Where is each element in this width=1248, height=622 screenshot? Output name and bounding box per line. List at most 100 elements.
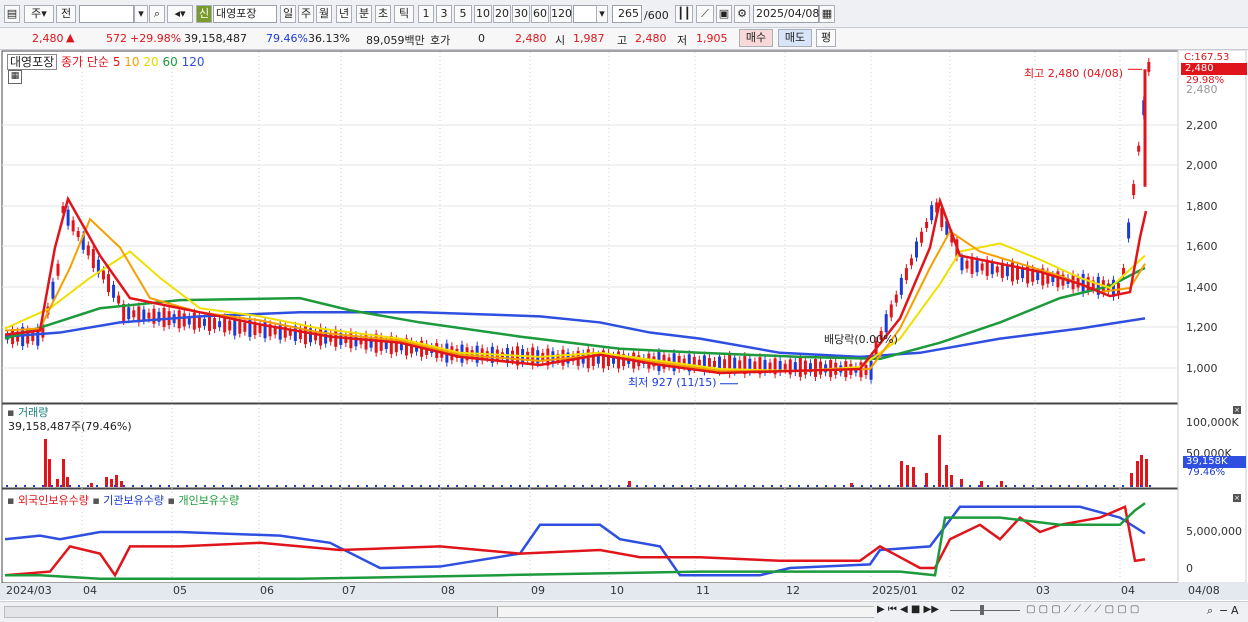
candle-body (753, 361, 757, 370)
bottom-bar: ▶ ⏮ ◀ ■ ▶▶ ▢ ▢ ▢ ⟋ ⟋ ⟋ ⟋ ▢ ▢ ▢ ⌕ − A (0, 601, 1248, 622)
close-volume-icon[interactable]: × (1233, 406, 1241, 414)
period-week[interactable]: 주 (298, 5, 314, 23)
code-dropdown-icon[interactable]: ▾ (134, 5, 148, 23)
x-label: 06 (260, 584, 274, 597)
volume-bar-small (1113, 485, 1115, 487)
scrollbar-track[interactable] (4, 606, 874, 618)
volume-bar-small (447, 485, 449, 487)
volume-bar-small (177, 485, 179, 487)
period-day[interactable]: 일 (280, 5, 296, 23)
x-label: 04/08 (1188, 584, 1220, 597)
candle-body (278, 323, 282, 340)
volume-bar-small (393, 485, 395, 487)
vol-axis-label: 100,000K (1186, 416, 1239, 429)
legend-ma60[interactable]: 60 (163, 55, 178, 69)
speaker-icon[interactable]: ◂▾ (167, 5, 193, 23)
legend-ma20[interactable]: 20 (143, 55, 158, 69)
zoom-slider-handle[interactable] (980, 605, 984, 615)
volume-bar-small (1068, 485, 1070, 487)
candle-body (117, 295, 121, 304)
stock-code-input[interactable]: 014160 (79, 5, 134, 23)
period-second[interactable]: 초 (375, 5, 391, 23)
volume-bar-small (402, 485, 404, 487)
legend-ma120[interactable]: 120 (182, 55, 205, 69)
legend-ma10[interactable]: 10 (124, 55, 139, 69)
count-field[interactable]: 265 (612, 5, 642, 23)
volume-bar-small (825, 485, 827, 487)
window-menu-icon[interactable]: ▤ (4, 5, 20, 23)
volume-bar-small (69, 485, 71, 487)
scroll-buttons[interactable]: ▶ ⏮ ◀ ■ ▶▶ (877, 604, 939, 615)
volume-bar-small (15, 485, 17, 487)
volume-bar-small (789, 485, 791, 487)
num-5[interactable]: 5 (454, 5, 472, 23)
volume-bar-small (267, 485, 269, 487)
period-minute[interactable]: 분 (356, 5, 372, 23)
legend-indiv[interactable]: 개인보유수량 (178, 494, 239, 507)
legend-inst[interactable]: 기관보유수량 (103, 494, 164, 507)
market-select[interactable]: 주▾ (24, 5, 54, 23)
num-60[interactable]: 60 (531, 5, 549, 23)
stock-name-field[interactable]: 대영포장 (213, 5, 277, 23)
num-120[interactable]: 120 (550, 5, 572, 23)
num-30[interactable]: 30 (512, 5, 530, 23)
hoga-label: 호가 (430, 34, 451, 47)
dividend-annotation: 배당락(0.00%) (824, 333, 898, 346)
y-label: 1,400 (1186, 281, 1218, 294)
prev-button[interactable]: 전 (56, 5, 76, 23)
candle-body (218, 321, 222, 328)
volume-bar-small (771, 485, 773, 487)
x-label: 2024/03 (6, 584, 52, 597)
buy-button[interactable]: 매수 (739, 29, 773, 47)
custom-num-field[interactable] (573, 5, 597, 23)
volume-bar (900, 461, 903, 487)
volume-bar-small (213, 485, 215, 487)
volume-bar-small (258, 485, 260, 487)
zoom-out-icon[interactable]: ⌕ (1207, 604, 1213, 618)
search-icon[interactable]: ⌕ (149, 5, 165, 23)
legend-foreign[interactable]: 외국인보유수량 (18, 494, 89, 507)
zoom-minus[interactable]: − (1219, 604, 1228, 617)
candle-type-icon[interactable]: ┃┃ (675, 5, 693, 23)
close-holding-icon[interactable]: × (1233, 494, 1241, 502)
date-field[interactable]: 2025/04/08 (753, 5, 819, 23)
volume-bar-small (42, 485, 44, 487)
table-icon[interactable]: ▦ (8, 70, 22, 84)
period-month[interactable]: 월 (316, 5, 332, 23)
period-year[interactable]: 년 (336, 5, 352, 23)
change-percent: +29.98% (130, 32, 182, 45)
candle-body (223, 317, 227, 333)
holding-legend: ▪ 외국인보유수량 ▪ 기관보유수량 ▪ 개인보유수량 (7, 494, 240, 507)
num-3[interactable]: 3 (436, 5, 452, 23)
save-icon[interactable]: ▣ (716, 5, 732, 23)
volume-bar-small (483, 485, 485, 487)
volume-bar-small (1104, 485, 1106, 487)
legend-ma5[interactable]: 5 (113, 55, 121, 69)
period-tick[interactable]: 틱 (394, 5, 414, 23)
volume-bar-small (726, 485, 728, 487)
tool-icons[interactable]: ▢ ▢ ▢ ⟋ ⟋ ⟋ ⟋ ▢ ▢ ▢ (1026, 604, 1139, 615)
custom-num-dropdown-icon[interactable]: ▾ (596, 5, 608, 23)
volume-bar-small (852, 485, 854, 487)
sell-button[interactable]: 매도 (778, 29, 812, 47)
volume-bar-small (996, 485, 998, 487)
volume-bar (56, 479, 59, 487)
candle-body (51, 281, 55, 299)
calendar-icon[interactable]: ▦ (819, 5, 835, 23)
line-tool-icon[interactable]: ⟋ (696, 5, 714, 23)
x-label: 07 (342, 584, 356, 597)
auto-scale[interactable]: A (1231, 604, 1239, 617)
legend-stock[interactable]: 대영포장 (7, 54, 58, 70)
scrollbar-thumb[interactable] (497, 607, 874, 617)
candle-body (738, 360, 742, 370)
zoom-slider[interactable] (950, 610, 1020, 611)
candle-body (980, 263, 984, 271)
num-1[interactable]: 1 (418, 5, 434, 23)
x-label: 04 (83, 584, 97, 597)
candle-body (1081, 273, 1085, 293)
price-chart[interactable] (0, 50, 1248, 621)
num-20[interactable]: 20 (493, 5, 511, 23)
eval-button[interactable]: 평 (816, 29, 836, 47)
num-10[interactable]: 10 (474, 5, 492, 23)
gear-icon[interactable]: ⚙ (734, 5, 750, 23)
